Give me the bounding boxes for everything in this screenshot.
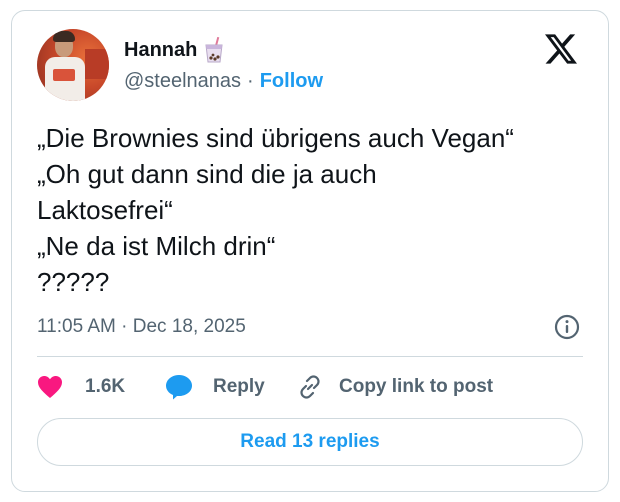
copy-link-button[interactable]: Copy link to post [297, 374, 493, 400]
post-timestamp[interactable]: 11:05 AM · Dec 18, 2025 [37, 316, 246, 338]
author-name-row: Hannah [124, 37, 225, 63]
post-text-line: ????? [37, 267, 110, 297]
divider [37, 356, 583, 357]
follow-button[interactable]: Follow [260, 70, 323, 93]
reply-label: Reply [213, 376, 265, 397]
author-handle-row: @steelnanas · Follow [124, 70, 323, 93]
post-text-line: Laktosefrei“ [37, 195, 173, 225]
handle-separator: · [247, 70, 254, 92]
link-icon [300, 375, 320, 399]
reply-button[interactable]: Reply [165, 374, 297, 400]
info-icon[interactable] [554, 314, 580, 340]
bubble-tea-emoji-icon [205, 37, 223, 63]
copy-link-label: Copy link to post [339, 376, 494, 397]
post-actions: 1.6K Reply Copy link to post [37, 370, 583, 404]
avatar-shirt-print [53, 69, 75, 81]
author-handle[interactable]: @steelnanas [124, 70, 241, 93]
avatar[interactable] [37, 29, 109, 101]
speech-bubble-icon [166, 375, 192, 400]
author-display-name[interactable]: Hannah [124, 39, 197, 62]
post-text-line: „Die Brownies sind übrigens auch Vegan“ [37, 123, 514, 153]
avatar-background [85, 49, 109, 79]
like-count: 1.6K [85, 376, 126, 397]
avatar-hair [53, 31, 75, 42]
like-button[interactable]: 1.6K [37, 375, 137, 399]
post-text: „Die Brownies sind übrigens auch Vegan“ … [37, 120, 577, 300]
heart-icon [38, 376, 62, 398]
post-text-line: „Oh gut dann sind die ja auch [37, 159, 377, 189]
post-text-line: „Ne da ist Milch drin“ [37, 231, 276, 261]
x-logo-icon[interactable] [545, 34, 577, 64]
read-replies-button[interactable]: Read 13 replies [37, 418, 583, 466]
